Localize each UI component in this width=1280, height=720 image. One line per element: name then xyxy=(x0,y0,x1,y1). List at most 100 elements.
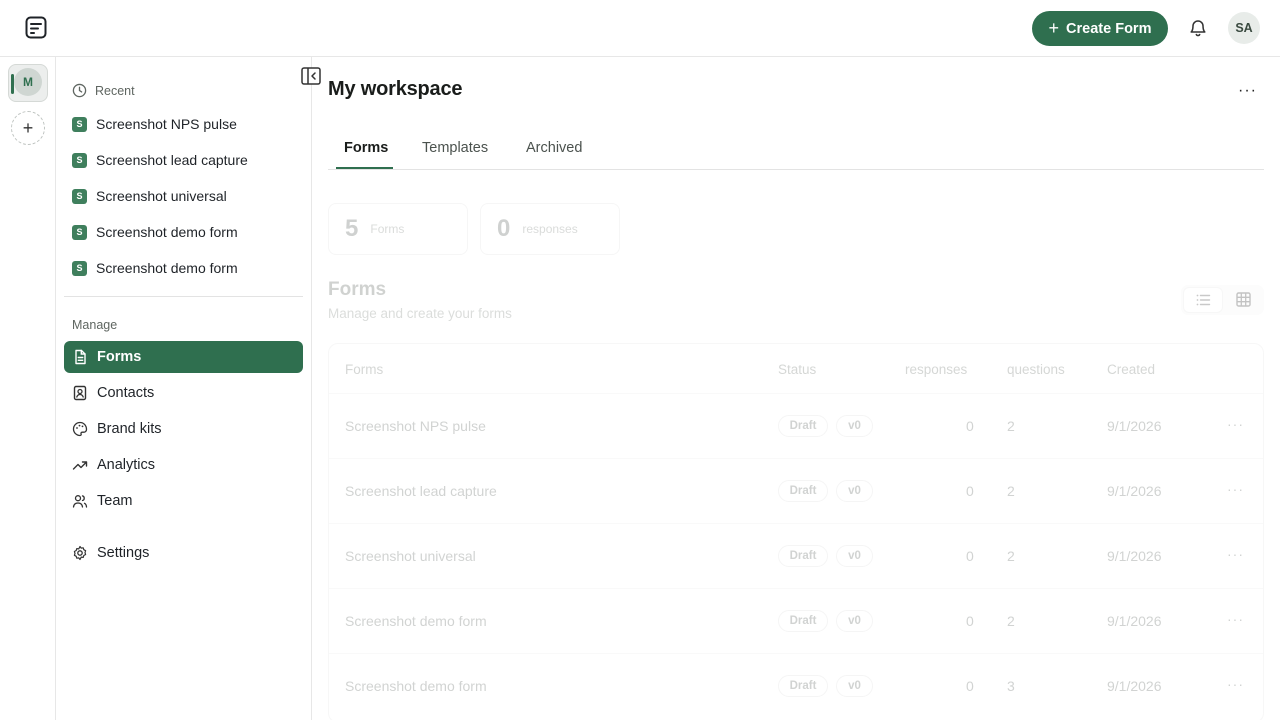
form-name[interactable]: Screenshot universal xyxy=(345,548,476,564)
form-name[interactable]: Screenshot demo form xyxy=(345,613,487,629)
workspace-avatar[interactable]: M xyxy=(14,68,42,96)
recent-item-label: Screenshot universal xyxy=(96,188,227,204)
form-name[interactable]: Screenshot NPS pulse xyxy=(345,418,486,434)
collapse-sidebar-icon[interactable] xyxy=(301,67,321,85)
recent-item[interactable]: S Screenshot universal xyxy=(72,184,227,208)
sidebar-item-label: Contacts xyxy=(97,385,155,401)
create-form-button[interactable]: + Create Form xyxy=(1032,11,1168,46)
table-row[interactable]: Screenshot demo form Draft v0 0 3 9/1/20… xyxy=(329,653,1263,718)
tab-forms[interactable]: Forms xyxy=(344,140,388,156)
recent-item-label: Screenshot demo form xyxy=(96,224,238,240)
version-badge: v0 xyxy=(836,610,873,632)
status-badge: Draft xyxy=(778,610,828,632)
view-toggle xyxy=(1181,285,1264,315)
tab-templates[interactable]: Templates xyxy=(422,140,488,156)
responses-count: 0 xyxy=(966,613,974,629)
column-header: Forms xyxy=(345,362,384,377)
questions-count: 2 xyxy=(1007,613,1015,629)
clock-icon xyxy=(72,83,87,98)
recent-item[interactable]: S Screenshot NPS pulse xyxy=(72,112,237,136)
row-more-icon[interactable]: ··· xyxy=(1227,676,1244,692)
top-bar: + Create Form SA xyxy=(0,0,1280,57)
column-header: responses xyxy=(905,362,968,377)
created-date: 9/1/2026 xyxy=(1107,418,1162,434)
table-row[interactable]: Screenshot demo form Draft v0 0 2 9/1/20… xyxy=(329,588,1263,653)
form-name[interactable]: Screenshot demo form xyxy=(345,678,487,694)
version-badge: v0 xyxy=(836,480,873,502)
questions-count: 2 xyxy=(1007,483,1015,499)
add-workspace-button[interactable]: + xyxy=(11,111,45,145)
tab-archived[interactable]: Archived xyxy=(526,140,582,156)
grid-view-icon[interactable] xyxy=(1236,292,1251,307)
form-name[interactable]: Screenshot lead capture xyxy=(345,483,497,499)
file-text-icon xyxy=(75,349,86,365)
questions-count: 3 xyxy=(1007,678,1015,694)
recent-heading: Recent xyxy=(72,83,135,98)
table-row[interactable]: Screenshot universal Draft v0 0 2 9/1/20… xyxy=(329,523,1263,588)
responses-count: 0 xyxy=(966,418,974,434)
created-date: 9/1/2026 xyxy=(1107,483,1162,499)
recent-item[interactable]: S Screenshot lead capture xyxy=(72,148,248,172)
forms-table: Forms Status responses questions Created… xyxy=(328,343,1264,720)
row-more-icon[interactable]: ··· xyxy=(1227,416,1244,432)
column-header: questions xyxy=(1007,362,1065,377)
form-badge-icon: S xyxy=(72,224,87,240)
form-badge-icon: S xyxy=(72,260,87,276)
form-badge-icon: S xyxy=(72,152,87,168)
status-badge: Draft xyxy=(778,675,828,697)
responses-count: 0 xyxy=(966,548,974,564)
questions-count: 2 xyxy=(1007,418,1015,434)
row-more-icon[interactable]: ··· xyxy=(1227,546,1244,562)
version-badge: v0 xyxy=(836,675,873,697)
sidebar: Recent S Screenshot NPS pulse S Screensh… xyxy=(56,57,312,720)
stat-label: responses xyxy=(522,222,578,236)
created-date: 9/1/2026 xyxy=(1107,548,1162,564)
create-form-label: Create Form xyxy=(1066,20,1152,37)
version-badge: v0 xyxy=(836,545,873,567)
form-badge-icon: S xyxy=(72,188,87,204)
users-icon xyxy=(72,495,88,508)
table-row[interactable]: Screenshot lead capture Draft v0 0 2 9/1… xyxy=(329,458,1263,523)
section-subtitle: Manage and create your forms xyxy=(328,306,512,321)
stat-card-forms: 5 Forms xyxy=(328,203,468,255)
trending-icon xyxy=(72,461,88,470)
list-view-icon[interactable] xyxy=(1196,293,1211,307)
workspace-rail: M + xyxy=(0,57,56,720)
manage-heading: Manage xyxy=(72,318,118,332)
created-date: 9/1/2026 xyxy=(1107,613,1162,629)
user-avatar[interactable]: SA xyxy=(1228,12,1260,44)
recent-item[interactable]: S Screenshot demo form xyxy=(72,256,238,280)
tab-bar: Forms Templates Archived xyxy=(328,128,1264,170)
sidebar-item-forms[interactable]: Forms xyxy=(64,341,303,373)
sidebar-item-label: Team xyxy=(97,493,133,509)
recent-item-label: Screenshot NPS pulse xyxy=(96,116,237,132)
status-badge: Draft xyxy=(778,415,828,437)
recent-item[interactable]: S Screenshot demo form xyxy=(72,220,238,244)
stat-card-responses: 0 responses xyxy=(480,203,620,255)
sidebar-item-brand-kits[interactable]: Brand kits xyxy=(64,413,303,445)
row-more-icon[interactable]: ··· xyxy=(1227,481,1244,497)
stat-label: Forms xyxy=(370,222,405,236)
created-date: 9/1/2026 xyxy=(1107,678,1162,694)
app-logo-icon[interactable] xyxy=(25,16,47,40)
sidebar-item-team[interactable]: Team xyxy=(64,485,303,517)
sidebar-item-label: Settings xyxy=(97,545,150,561)
sidebar-divider xyxy=(64,296,303,297)
more-options-icon[interactable]: ··· xyxy=(1238,82,1257,100)
table-row[interactable]: Screenshot NPS pulse Draft v0 0 2 9/1/20… xyxy=(329,393,1263,458)
active-tab-indicator xyxy=(336,167,393,169)
recent-item-label: Screenshot demo form xyxy=(96,260,238,276)
status-badge: Draft xyxy=(778,545,828,567)
sidebar-item-contacts[interactable]: Contacts xyxy=(64,377,303,409)
form-badge-icon: S xyxy=(72,116,87,132)
sidebar-item-settings[interactable]: Settings xyxy=(64,537,303,569)
row-more-icon[interactable]: ··· xyxy=(1227,611,1244,627)
sidebar-item-label: Forms xyxy=(97,349,142,365)
sidebar-item-label: Brand kits xyxy=(97,421,162,437)
palette-icon xyxy=(72,421,88,437)
bell-icon[interactable] xyxy=(1188,18,1208,38)
sidebar-item-analytics[interactable]: Analytics xyxy=(64,449,303,481)
status-badge: Draft xyxy=(778,480,828,502)
responses-count: 0 xyxy=(966,483,974,499)
section-title: Forms xyxy=(328,279,387,300)
